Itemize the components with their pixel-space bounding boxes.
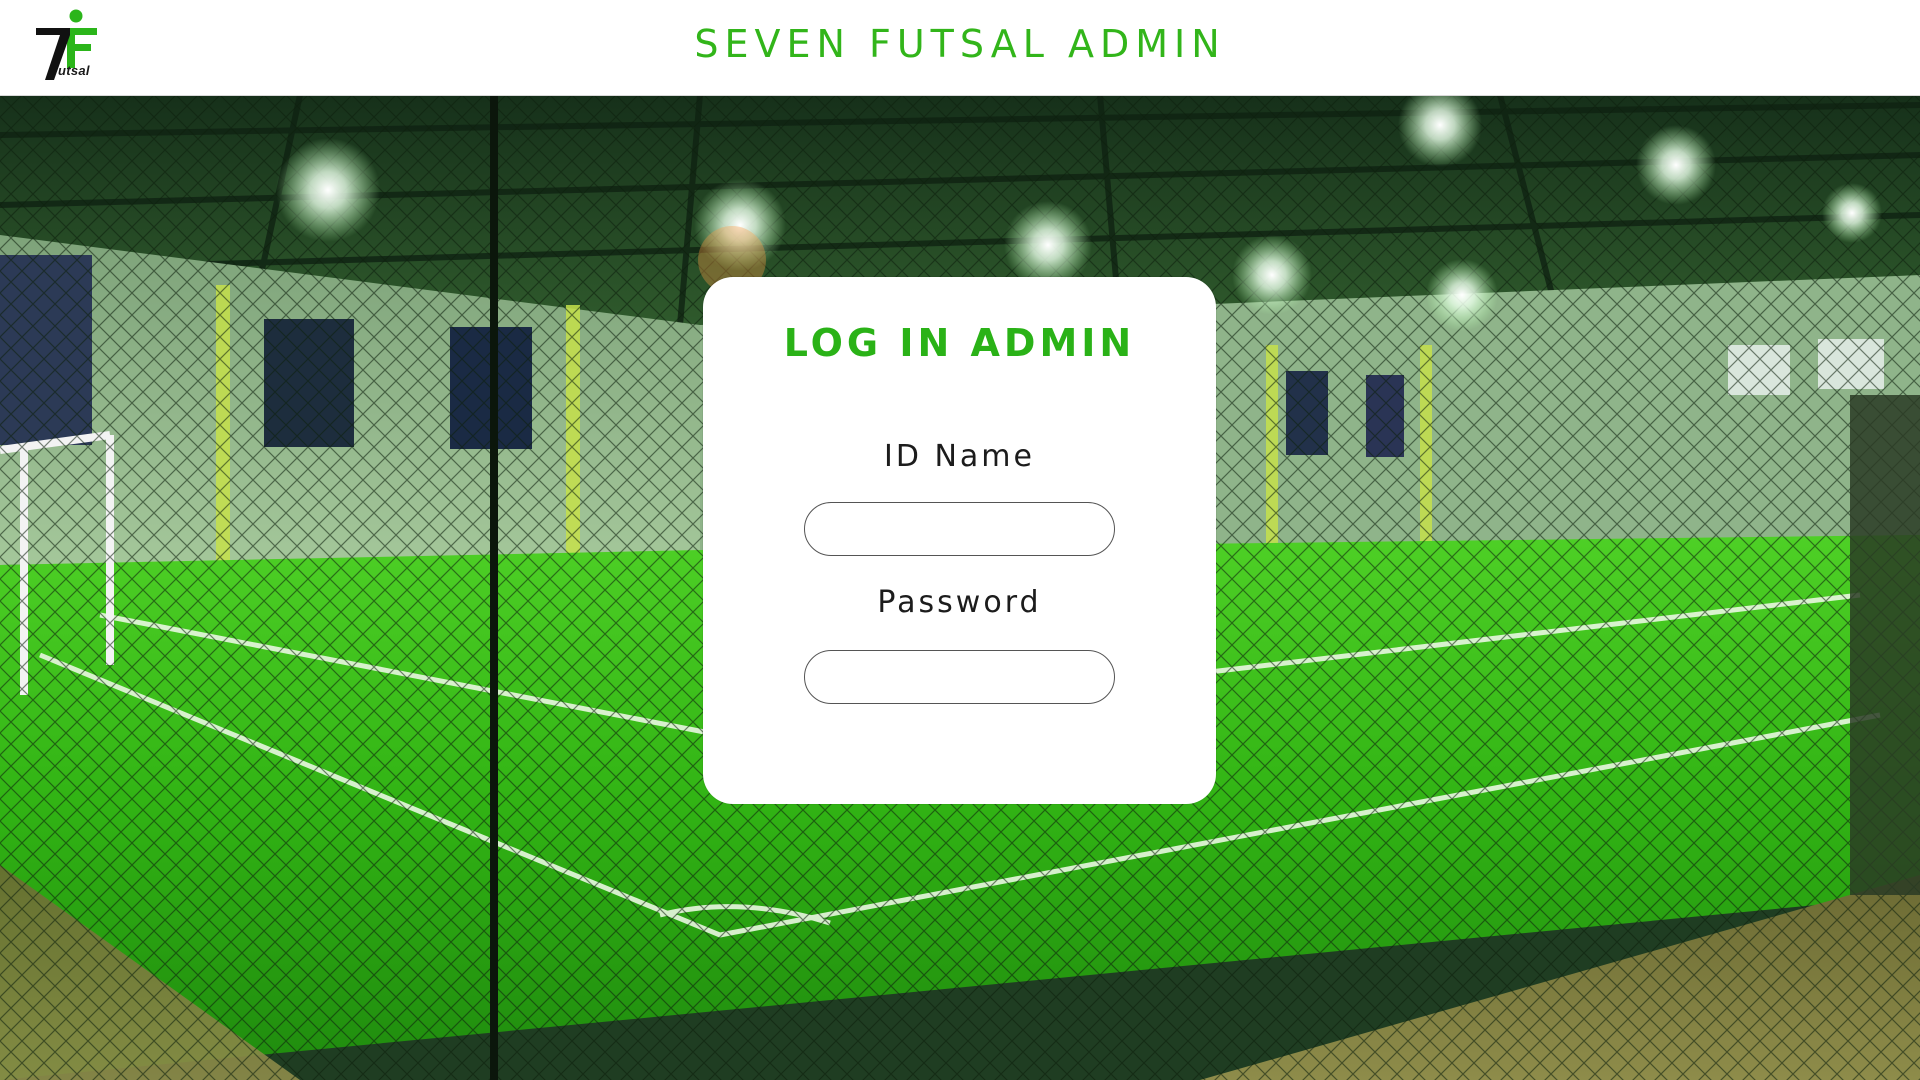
- login-card: LOG IN ADMIN ID Name Password: [703, 277, 1216, 804]
- top-header: utsal SEVEN FUTSAL ADMIN: [0, 0, 1920, 96]
- login-page: utsal SEVEN FUTSAL ADMIN LOG IN ADMIN ID…: [0, 0, 1920, 1080]
- login-title: LOG IN ADMIN: [783, 321, 1136, 365]
- id-name-label: ID Name: [884, 439, 1035, 474]
- id-name-input[interactable]: [804, 502, 1115, 556]
- page-title: SEVEN FUTSAL ADMIN: [694, 22, 1226, 66]
- password-label: Password: [877, 585, 1042, 620]
- password-input[interactable]: [804, 650, 1115, 704]
